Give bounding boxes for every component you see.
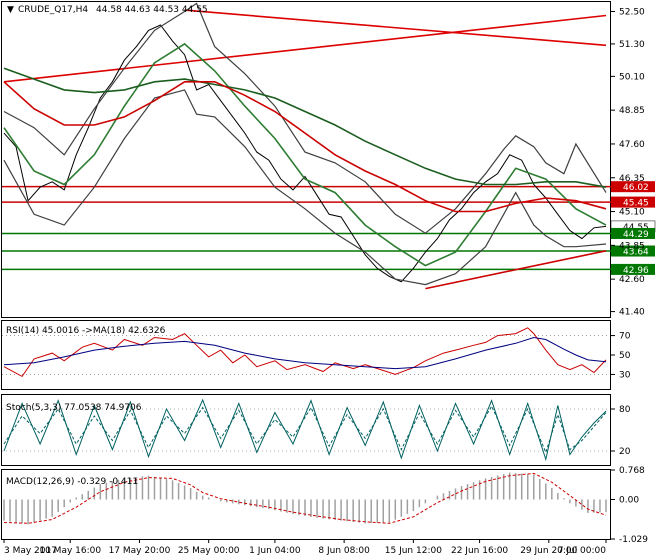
stoch-axis-tick-label: 80 (619, 405, 631, 415)
macd-axis-tick-label: 0.00 (619, 495, 639, 505)
rsi-ma-line (3, 336, 607, 370)
stoch-panel-title: Stoch(5,3,3) 77.0538 74.9706 (6, 403, 142, 413)
rsi-panel-title: RSI(14) 45.0016 ->MA(18) 42.6326 (6, 326, 166, 336)
price-panel: 46.0245.4544.5544.2943.6442.96 52.5051.3… (1, 1, 656, 318)
time-tick-label: 8 Jun 08:00 (318, 546, 370, 556)
price-axis-tick-label: 50.10 (619, 72, 645, 82)
time-axis: 3 May 201710 May 16:00 17 May 20:00 25 May… (3, 539, 607, 556)
price-axis-tick-label: 52.50 (619, 7, 645, 17)
time-tick-label: 1 Jun 04:00 (249, 546, 301, 556)
rsi-panel: 70 50 30 RSI(14) 45.0016 ->MA(18) 42.6326 (1, 320, 631, 390)
time-tick-label: 15 Jun 12:00 (385, 546, 442, 556)
time-tick-label: 7 Jul 00:00 (558, 546, 607, 556)
macd-axis-tick-label: -1.029 (619, 535, 648, 545)
macd-axis-tick-label: 0.768 (619, 466, 645, 476)
trend-line (3, 14, 607, 83)
rsi-axis-tick-label: 50 (619, 351, 631, 361)
price-axis-tick-label: 51.30 (619, 40, 645, 50)
level-price-label: 44.29 (623, 230, 649, 240)
price-axis-tick-label: 45.10 (619, 208, 645, 218)
stoch-panel: 80 20 Stoch(5,3,3) 77.0538 74.9706 (1, 394, 631, 466)
price-axis-tick-label: 48.85 (619, 106, 645, 116)
stoch-signal-line (3, 405, 607, 454)
price-panel-title-icon: ▼ (7, 5, 14, 15)
chart-window: 46.0245.4544.5544.2943.6442.96 52.5051.3… (1, 1, 656, 556)
price-axis-tick-label: 46.35 (619, 174, 645, 184)
stoch-axis-tick-label: 20 (619, 447, 631, 457)
time-tick-label: 10 May 16:00 (39, 546, 101, 556)
trend-line (184, 9, 607, 47)
macd-panel: 0.768 0.00 -1.029 MACD(12,26,9) -0.329 -0.… (1, 466, 648, 545)
time-tick-label: 17 May 20:00 (109, 546, 171, 556)
macd-panel-title: MACD(12,26,9) -0.329 -0.411 (6, 477, 138, 487)
time-tick-label: 25 May 00:00 (178, 546, 240, 556)
time-tick-label: 22 Jun 16:00 (451, 546, 508, 556)
rsi-axis-tick-label: 30 (619, 370, 631, 380)
price-axis-tick-label: 42.60 (619, 275, 645, 285)
rsi-axis-tick-label: 70 (619, 332, 631, 342)
ohlc-readout: 44.58 44.63 44.53 44.55 (96, 5, 208, 15)
price-axis-tick-label: 43.85 (619, 241, 645, 251)
ma-fast-line (3, 42, 607, 267)
level-price-label: 46.02 (623, 183, 649, 193)
price-panel-title: CRUDE_Q17,H4 (18, 5, 88, 15)
price-axis-tick-label: 47.60 (619, 140, 645, 150)
price-axis-tick-label: 41.40 (619, 308, 645, 318)
